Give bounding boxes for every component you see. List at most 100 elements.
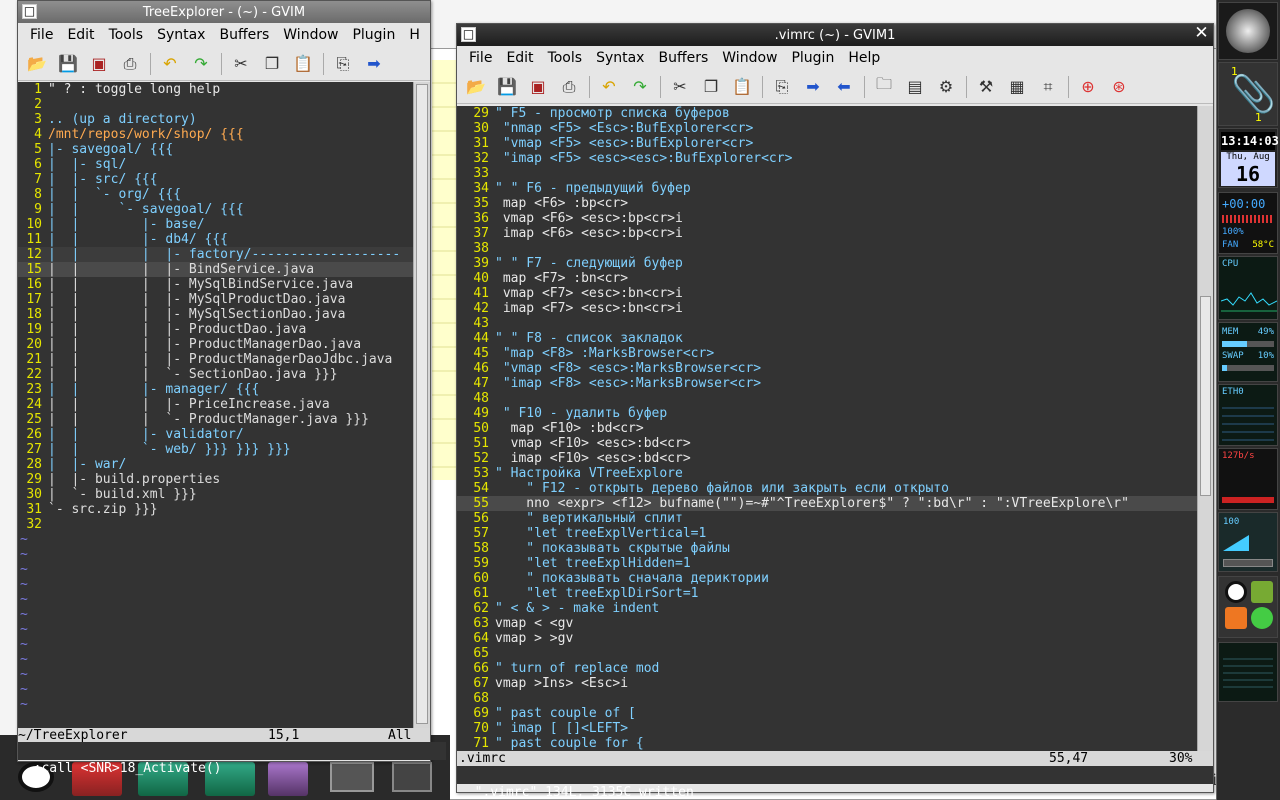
open-icon[interactable]: 📂 — [465, 76, 487, 98]
code-line[interactable]: 30 "nmap <F5> <Esc>:BufExplorer<cr> — [457, 121, 1197, 136]
taskbar-app-icon[interactable] — [330, 762, 374, 792]
menu-syntax[interactable]: Syntax — [157, 27, 205, 43]
code-line[interactable]: 9 | | `- savegoal/ {{{ — [18, 202, 413, 217]
code-line[interactable]: 71 " past couple for { — [457, 736, 1197, 751]
redo-icon[interactable]: ↷ — [190, 53, 212, 75]
open-icon[interactable]: 📂 — [26, 53, 48, 75]
title-bar[interactable]: □ .vimrc (~) - GVIM1 ✕ — [457, 24, 1213, 46]
code-line[interactable]: 22 | | | `- SectionDao.java }}} — [18, 367, 413, 382]
code-line[interactable]: 55 nno <expr> <f12> bufname("")=~#"^Tree… — [457, 496, 1197, 511]
code-line[interactable]: 54 " F12 - открыть дерево файлов или зак… — [457, 481, 1197, 496]
code-line[interactable]: 11 | | |- db4/ {{{ — [18, 232, 413, 247]
find-help-icon[interactable]: ⊛ — [1108, 76, 1130, 98]
code-line[interactable]: 24 | | | |- PriceIncrease.java — [18, 397, 413, 412]
code-line[interactable]: 42 imap <F7> <esc>:bn<cr>i — [457, 301, 1197, 316]
workspace-pager[interactable]: 1 📎 1 — [1218, 62, 1278, 126]
tree-editor-area[interactable]: 1 " ? : toggle long help 2 3 .. (up a direct… — [18, 82, 413, 728]
undo-icon[interactable]: ↶ — [159, 53, 181, 75]
code-line[interactable]: 36 vmap <F6> <esc>:bp<cr>i — [457, 211, 1197, 226]
code-line[interactable]: 69 " past couple of [ — [457, 706, 1197, 721]
run-script-icon[interactable]: ⚙ — [935, 76, 957, 98]
menu-tools[interactable]: Tools — [109, 27, 144, 43]
code-line[interactable]: 62 " < & > - make indent — [457, 601, 1197, 616]
taskbar-app-icon[interactable] — [392, 762, 432, 792]
print-icon[interactable]: ⎙ — [558, 76, 580, 98]
vimrc-scrollbar[interactable] — [1197, 106, 1213, 751]
code-line[interactable]: 66 " turn of replace mod — [457, 661, 1197, 676]
load-session-icon[interactable]: 🗀 — [873, 74, 895, 98]
redo-icon[interactable]: ↷ — [629, 76, 651, 98]
code-line[interactable]: 10 | | |- base/ — [18, 217, 413, 232]
paste-icon[interactable]: 📋 — [292, 53, 314, 75]
code-line[interactable]: 16 | | | |- MySqlBindService.java — [18, 277, 413, 292]
code-line[interactable]: 8 | | `- org/ {{{ — [18, 187, 413, 202]
code-line[interactable]: 25 | | | `- ProductManager.java }}} — [18, 412, 413, 427]
code-line[interactable]: 58 " показывать скрытые файлы — [457, 541, 1197, 556]
taskbar-app-icon[interactable] — [268, 762, 308, 796]
find-replace-icon[interactable]: ⎘ — [771, 76, 793, 98]
code-line[interactable]: 29 | |- build.properties — [18, 472, 413, 487]
undo-icon[interactable]: ↶ — [598, 76, 620, 98]
tree-command-line[interactable]: :call <SNR>18_Activate() — [18, 742, 446, 776]
code-line[interactable]: 31 `- src.zip }}} — [18, 502, 413, 517]
code-line[interactable]: 15 | | | |- BindService.java — [18, 262, 413, 277]
code-line[interactable]: 21 | | | |- ProductManagerDaoJdbc.java — [18, 352, 413, 367]
minimize-button[interactable]: □ — [22, 4, 37, 19]
save-all-icon[interactable]: ▣ — [88, 53, 110, 75]
code-line[interactable]: 4/mnt/repos/work/shop/ {{{ — [18, 127, 413, 142]
save-session-icon[interactable]: ▤ — [904, 76, 926, 98]
volume-dockapp[interactable]: 100 — [1218, 512, 1278, 572]
code-line[interactable]: 1 " ? : toggle long help — [18, 82, 413, 97]
launcher-dockapp[interactable] — [1218, 576, 1278, 638]
code-line[interactable]: 37 imap <F6> <esc>:bp<cr>i — [457, 226, 1197, 241]
vimrc-editor-area[interactable]: 29 " F5 - просмотр списка буферов 30 "nmap… — [457, 106, 1197, 751]
code-line[interactable]: 2 — [18, 97, 413, 112]
find-prev-icon[interactable]: ⬅ — [833, 76, 855, 98]
menu-edit[interactable]: Edit — [67, 27, 94, 43]
code-line[interactable]: 64 vmap > >gv — [457, 631, 1197, 646]
menu-tools[interactable]: Tools — [548, 50, 583, 66]
code-line[interactable]: 61 "let treeExplDirSort=1 — [457, 586, 1197, 601]
vimrc-command-line[interactable]: ".vimrc" 134L, 3135C written — [457, 766, 1213, 800]
code-line[interactable]: 48 — [457, 391, 1197, 406]
code-line[interactable]: 12 | | | |- factory/------------------- — [18, 247, 413, 262]
tree-scrollbar[interactable] — [413, 82, 430, 728]
find-replace-icon[interactable]: ⎘ — [332, 53, 354, 75]
code-line[interactable]: 70 " imap [ []<LEFT> — [457, 721, 1197, 736]
save-all-icon[interactable]: ▣ — [527, 76, 549, 98]
app-icon[interactable] — [1225, 607, 1247, 629]
code-line[interactable]: 20 | | | |- ProductManagerDao.java — [18, 337, 413, 352]
code-line[interactable]: 47 "imap <F8> <esc>:MarksBrowser<cr> — [457, 376, 1197, 391]
code-line[interactable]: 49 " F10 - удалить буфер — [457, 406, 1197, 421]
menu-edit[interactable]: Edit — [506, 50, 533, 66]
code-line[interactable]: 50 map <F10> :bd<cr> — [457, 421, 1197, 436]
code-line[interactable]: 59 "let treeExplHidden=1 — [457, 556, 1197, 571]
volume-slider[interactable] — [1223, 559, 1273, 567]
code-line[interactable]: 60 " показывать сначала дериктории — [457, 571, 1197, 586]
menu-file[interactable]: File — [30, 27, 53, 43]
code-line[interactable]: 67 vmap >Ins> <Esc>i — [457, 676, 1197, 691]
code-line[interactable]: 46 "vmap <F8> <esc>:MarksBrowser<cr> — [457, 361, 1197, 376]
code-line[interactable]: 17 | | | |- MySqlProductDao.java — [18, 292, 413, 307]
dock-logo[interactable] — [1218, 2, 1278, 60]
code-line[interactable]: 3 .. (up a directory) — [18, 112, 413, 127]
menu-window[interactable]: Window — [722, 50, 777, 66]
paste-icon[interactable]: 📋 — [731, 76, 753, 98]
cut-icon[interactable]: ✂ — [230, 53, 252, 75]
code-line[interactable]: 23 | | |- manager/ {{{ — [18, 382, 413, 397]
code-line[interactable]: 31 "vmap <F5> <esc>:BufExplorer<cr> — [457, 136, 1197, 151]
code-line[interactable]: 27 | | `- web/ }}} }}} }}} — [18, 442, 413, 457]
code-line[interactable]: 32 "imap <F5> <esc><esc>:BufExplorer<cr> — [457, 151, 1197, 166]
menu-plugin[interactable]: Plugin — [791, 50, 834, 66]
make-icon[interactable]: ⚒ — [975, 76, 997, 98]
code-line[interactable]: 45 "map <F8> :MarksBrowser<cr> — [457, 346, 1197, 361]
code-line[interactable]: 28 | |- war/ — [18, 457, 413, 472]
app-icon[interactable] — [1251, 607, 1273, 629]
code-line[interactable]: 63 vmap < <gv — [457, 616, 1197, 631]
code-line[interactable]: 43 — [457, 316, 1197, 331]
code-line[interactable]: 41 vmap <F7> <esc>:bn<cr>i — [457, 286, 1197, 301]
code-line[interactable]: 39 " " F7 - следующий буфер — [457, 256, 1197, 271]
code-line[interactable]: 33 — [457, 166, 1197, 181]
code-line[interactable]: 40 map <F7> :bn<cr> — [457, 271, 1197, 286]
app-icon[interactable] — [1251, 581, 1273, 603]
